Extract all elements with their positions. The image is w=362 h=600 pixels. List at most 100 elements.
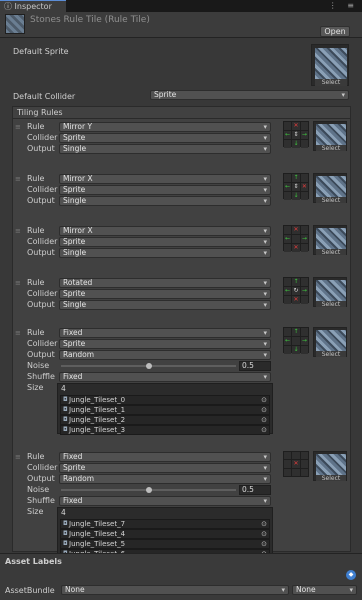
noise-value[interactable]: 0.5	[239, 485, 271, 495]
shuffle-dropdown[interactable]: Fixed	[59, 496, 271, 506]
grid-cell[interactable]	[300, 226, 308, 234]
sprite-object-field[interactable]: ◘ Jungle_Tileset_0	[60, 395, 270, 405]
grid-cell[interactable]	[300, 192, 308, 200]
output-dropdown[interactable]: Single	[59, 196, 271, 206]
grid-cell[interactable]: ←	[284, 235, 292, 243]
sprite-object-field[interactable]: ◘ Jungle_Tileset_4	[60, 529, 270, 539]
rule-dropdown[interactable]: Fixed	[59, 452, 271, 462]
neighbor-rule-grid[interactable]: ↑ ← ⇕ ✕ ↓	[283, 173, 309, 200]
rule-sprite-field[interactable]: Select	[313, 173, 347, 204]
asset-bundle-dropdown[interactable]: None	[61, 585, 289, 595]
rule-dropdown[interactable]: Fixed	[59, 328, 271, 338]
select-button[interactable]: Select	[315, 79, 347, 86]
select-button[interactable]: Select	[316, 249, 346, 256]
noise-slider-knob[interactable]	[145, 487, 152, 493]
grid-cell[interactable]	[292, 235, 300, 243]
output-dropdown[interactable]: Single	[59, 300, 271, 310]
grid-cell[interactable]: ✕	[292, 122, 300, 130]
collider-dropdown[interactable]: Sprite	[59, 185, 271, 195]
sprite-object-field[interactable]: ◘ Jungle_Tileset_5	[60, 539, 270, 549]
size-value[interactable]: 4	[59, 509, 271, 519]
grid-cell[interactable]	[284, 174, 292, 182]
grid-cell[interactable]: ✕	[292, 226, 300, 234]
grid-cell[interactable]	[292, 469, 300, 476]
noise-value[interactable]: 0.5	[239, 361, 271, 371]
grid-cell[interactable]	[300, 346, 308, 354]
rule-sprite-field[interactable]: Select	[313, 451, 347, 482]
output-dropdown[interactable]: Single	[59, 144, 271, 154]
grid-cell[interactable]: ←	[284, 131, 292, 139]
grid-cell[interactable]	[284, 140, 292, 148]
neighbor-rule-grid[interactable]: ✕ ← → ✕	[283, 225, 309, 252]
grid-cell[interactable]: →	[300, 235, 308, 243]
sprite-object-field[interactable]: ◘ Jungle_Tileset_7	[60, 519, 270, 529]
grid-cell[interactable]: ↓	[292, 192, 300, 200]
neighbor-rule-grid[interactable]: ↑ ← → ↓	[283, 327, 309, 354]
grid-cell[interactable]: ✕	[292, 296, 300, 304]
collider-dropdown[interactable]: Sprite	[59, 289, 271, 299]
grid-cell[interactable]: →	[300, 337, 308, 345]
neighbor-rule-grid[interactable]: ✕ ← ⇕ → ↓	[283, 121, 309, 148]
grid-cell[interactable]	[300, 452, 308, 459]
sprite-object-field[interactable]: ◘ Jungle_Tileset_3	[60, 425, 270, 435]
grid-cell[interactable]: ↑	[292, 174, 300, 182]
grid-cell[interactable]: ⇕	[292, 131, 300, 139]
rule-sprite-field[interactable]: Select	[313, 277, 347, 308]
select-button[interactable]: Select	[316, 197, 346, 204]
grid-cell[interactable]: ←	[284, 183, 292, 191]
grid-cell[interactable]: ↻	[292, 287, 300, 295]
grid-cell[interactable]: →	[300, 287, 308, 295]
rule-dropdown[interactable]: Rotated	[59, 278, 271, 288]
neighbor-rule-grid[interactable]: ↑ ← ↻ → ✕	[283, 277, 309, 304]
grid-cell[interactable]	[300, 460, 308, 468]
grid-cell[interactable]: ↓	[292, 140, 300, 148]
neighbor-rule-grid[interactable]: ✕	[283, 451, 309, 477]
open-button[interactable]: Open	[320, 26, 350, 37]
grid-cell[interactable]	[300, 328, 308, 336]
sprite-object-field[interactable]: ◘ Jungle_Tileset_2	[60, 415, 270, 425]
tab-menu-icons[interactable]: ⋮ ≡	[329, 1, 358, 10]
grid-cell[interactable]: ↓	[292, 346, 300, 354]
rule-dropdown[interactable]: Mirror Y	[59, 122, 271, 132]
grid-cell[interactable]: ⇕	[292, 183, 300, 191]
drag-handle-icon[interactable]: ≡	[15, 123, 21, 131]
output-dropdown[interactable]: Random	[59, 350, 271, 360]
drag-handle-icon[interactable]: ≡	[15, 279, 21, 287]
grid-cell[interactable]	[300, 140, 308, 148]
rule-sprite-field[interactable]: Select	[313, 121, 347, 152]
rule-sprite-field[interactable]: Select	[313, 327, 347, 358]
collider-dropdown[interactable]: Sprite	[59, 463, 271, 473]
grid-cell[interactable]	[284, 244, 292, 252]
grid-cell[interactable]	[284, 328, 292, 336]
collider-dropdown[interactable]: Sprite	[59, 133, 271, 143]
shuffle-dropdown[interactable]: Fixed	[59, 372, 271, 382]
collider-dropdown[interactable]: Sprite	[59, 339, 271, 349]
grid-cell[interactable]	[284, 278, 292, 286]
rule-dropdown[interactable]: Mirror X	[59, 226, 271, 236]
grid-cell[interactable]	[284, 469, 292, 476]
grid-cell[interactable]: ←	[284, 337, 292, 345]
grid-cell[interactable]	[284, 192, 292, 200]
grid-cell[interactable]	[284, 122, 292, 130]
noise-slider-knob[interactable]	[145, 363, 152, 369]
grid-cell[interactable]: ↑	[292, 278, 300, 286]
drag-handle-icon[interactable]: ≡	[15, 227, 21, 235]
default-sprite-field[interactable]: Select	[311, 44, 349, 86]
grid-cell[interactable]	[300, 174, 308, 182]
drag-handle-icon[interactable]: ≡	[15, 175, 21, 183]
drag-handle-icon[interactable]: ≡	[15, 329, 21, 337]
grid-cell[interactable]: ✕	[292, 460, 300, 468]
asset-variant-dropdown[interactable]: None	[292, 585, 357, 595]
grid-cell[interactable]: ✕	[292, 244, 300, 252]
grid-cell[interactable]: ✕	[300, 183, 308, 191]
grid-cell[interactable]: ↑	[292, 328, 300, 336]
collider-dropdown[interactable]: Sprite	[59, 237, 271, 247]
output-dropdown[interactable]: Single	[59, 248, 271, 258]
size-value[interactable]: 4	[59, 385, 271, 395]
rule-sprite-field[interactable]: Select	[313, 225, 347, 256]
grid-cell[interactable]	[292, 452, 300, 459]
grid-cell[interactable]	[300, 296, 308, 304]
grid-cell[interactable]	[284, 452, 292, 459]
grid-cell[interactable]: →	[300, 131, 308, 139]
tab-inspector[interactable]: ⓘ Inspector	[0, 0, 66, 12]
